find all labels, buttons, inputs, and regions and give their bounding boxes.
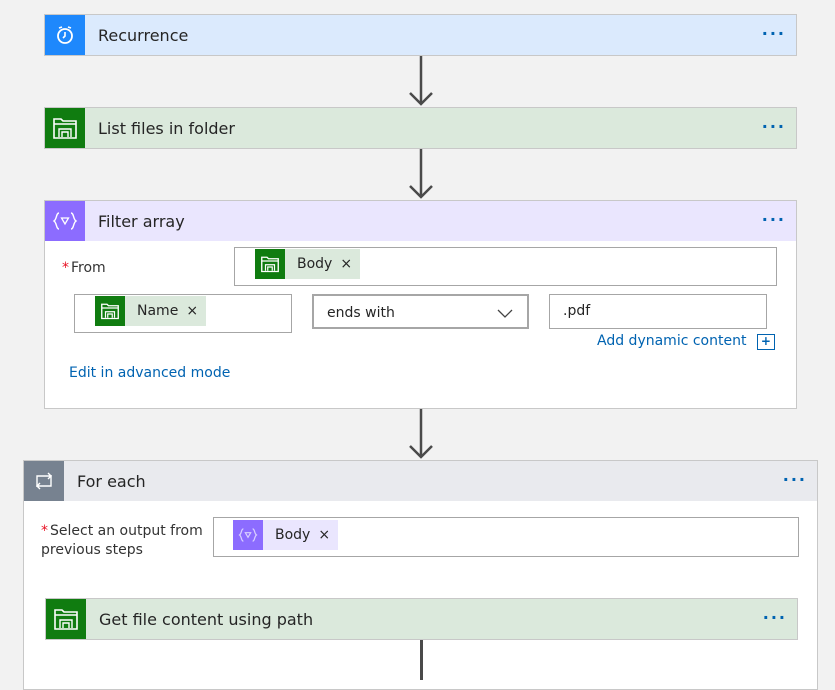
- remove-token-button[interactable]: ×: [338, 256, 360, 272]
- file-system-icon: [46, 599, 86, 639]
- operator-dropdown[interactable]: ends with: [312, 294, 529, 329]
- from-label: * From: [62, 260, 106, 276]
- token-label: Body: [275, 527, 311, 543]
- more-options-button[interactable]: ···: [762, 26, 786, 42]
- from-input[interactable]: Body ×: [234, 247, 777, 286]
- required-marker: *: [62, 260, 69, 276]
- step-title: For each: [77, 471, 146, 491]
- filter-array-step[interactable]: Filter array ··· * From Body × Name × end…: [44, 200, 797, 409]
- step-title: Recurrence: [98, 25, 189, 45]
- get-file-content-header[interactable]: Get file content using path ···: [46, 599, 797, 639]
- more-options-button[interactable]: ···: [762, 212, 786, 228]
- connector-arrow: [408, 56, 434, 108]
- condition-left-input[interactable]: Name ×: [74, 294, 292, 333]
- list-files-header[interactable]: List files in folder ···: [45, 108, 796, 148]
- step-title: Filter array: [98, 211, 185, 231]
- select-output-label: * Select an output from previous steps: [41, 522, 203, 560]
- from-label-text: From: [71, 260, 106, 276]
- remove-token-button[interactable]: ×: [316, 527, 338, 543]
- for-each-header[interactable]: For each ···: [24, 461, 817, 501]
- get-file-content-step[interactable]: Get file content using path ···: [45, 598, 798, 640]
- remove-token-button[interactable]: ×: [184, 303, 206, 319]
- body-token[interactable]: Body ×: [233, 520, 339, 550]
- filter-braces-icon: [233, 520, 263, 550]
- recurrence-header[interactable]: Recurrence ···: [45, 15, 796, 55]
- filter-braces-icon: [45, 201, 85, 241]
- file-system-icon: [45, 108, 85, 148]
- name-token[interactable]: Name ×: [95, 296, 207, 326]
- for-each-step[interactable]: For each ··· * Select an output from prev…: [23, 460, 818, 690]
- operator-selected-value: ends with: [327, 305, 395, 321]
- more-options-button[interactable]: ···: [762, 119, 786, 135]
- filter-array-header[interactable]: Filter array ···: [45, 201, 796, 241]
- more-options-button[interactable]: ···: [763, 610, 787, 626]
- loop-icon: [24, 461, 64, 501]
- select-output-label-line1: Select an output from: [50, 523, 203, 539]
- plus-icon: +: [756, 334, 775, 350]
- list-files-step[interactable]: List files in folder ···: [44, 107, 797, 149]
- recurrence-step[interactable]: Recurrence ···: [44, 14, 797, 56]
- condition-value: .pdf: [563, 303, 591, 319]
- body-token[interactable]: Body ×: [255, 249, 361, 279]
- more-options-button[interactable]: ···: [783, 472, 807, 488]
- connector-line: [420, 640, 423, 680]
- file-system-icon: [255, 249, 285, 279]
- connector-arrow: [408, 409, 434, 461]
- chevron-down-icon: [497, 304, 513, 323]
- token-label: Name: [137, 303, 179, 319]
- select-output-label-line2: previous steps: [41, 542, 143, 558]
- step-title: List files in folder: [98, 118, 235, 138]
- file-system-icon: [95, 296, 125, 326]
- required-marker: *: [41, 523, 48, 539]
- step-title: Get file content using path: [99, 609, 314, 629]
- edit-advanced-mode-link[interactable]: Edit in advanced mode: [69, 365, 230, 381]
- alarm-clock-icon: [45, 15, 85, 55]
- add-dynamic-content-label: Add dynamic content: [597, 333, 747, 349]
- select-output-input[interactable]: Body ×: [213, 517, 799, 557]
- condition-value-input[interactable]: .pdf: [549, 294, 767, 329]
- connector-arrow: [408, 149, 434, 201]
- token-label: Body: [297, 256, 333, 272]
- add-dynamic-content-link[interactable]: Add dynamic content +: [597, 333, 775, 350]
